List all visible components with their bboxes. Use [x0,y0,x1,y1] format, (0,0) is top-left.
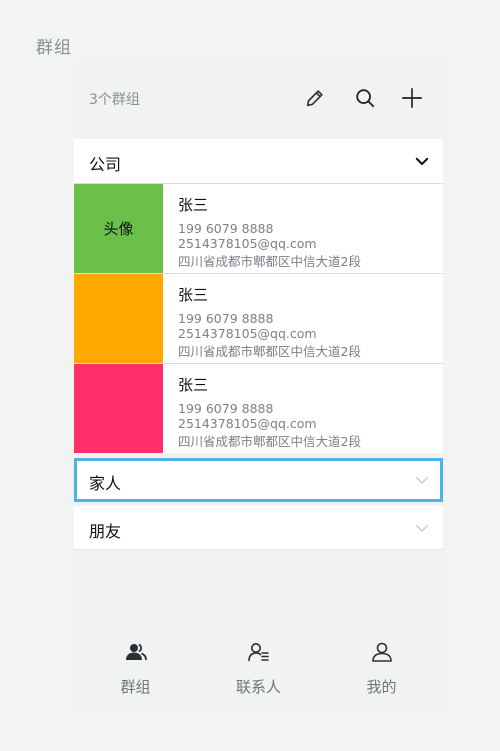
group-title: 朋友 [89,522,122,541]
contacts-icon [247,643,269,662]
avatar [74,364,163,453]
contact-card[interactable]: 头像 张三 199 6079 8888 2514378105@qq.com 四川… [74,183,443,273]
app-screen: 3个群组 公司 头像 张三 199 6079 8888 2514378105@q… [74,57,443,712]
edit-button[interactable] [301,84,329,112]
group-title: 家人 [89,474,122,493]
group-header-family[interactable]: 家人 [74,458,443,502]
tab-contacts[interactable]: 联系人 [197,632,320,712]
contact-name: 张三 [178,286,209,304]
contact-card[interactable]: 张三 199 6079 8888 2514378105@qq.com 四川省成都… [74,363,443,453]
chevron-down-icon [416,525,428,532]
tab-groups[interactable]: 群组 [74,632,197,712]
add-button[interactable] [398,84,426,112]
group-header-company[interactable]: 公司 [74,139,443,183]
contact-email: 2514378105@qq.com [178,326,317,341]
group-title: 公司 [89,155,122,174]
plus-icon [402,88,422,108]
avatar [74,274,163,363]
group-header-friends[interactable]: 朋友 [74,506,443,550]
contact-phone: 199 6079 8888 [178,401,274,416]
group-count-title: 3个群组 [89,92,140,108]
contact-address: 四川省成都市郫都区中信大道2段 [178,434,361,449]
tab-label: 我的 [366,678,397,696]
contact-card[interactable]: 张三 199 6079 8888 2514378105@qq.com 四川省成都… [74,273,443,363]
contact-email: 2514378105@qq.com [178,236,317,251]
chevron-down-icon [416,477,428,484]
contact-email: 2514378105@qq.com [178,416,317,431]
page-label: 群组 [36,38,72,58]
contact-phone: 199 6079 8888 [178,221,274,236]
group-icon [125,643,147,661]
header: 3个群组 [74,57,443,139]
contact-address: 四川省成都市郫都区中信大道2段 [178,254,361,269]
contact-address: 四川省成都市郫都区中信大道2段 [178,344,361,359]
bottom-tab-bar: 群组 联系人 我的 [74,632,443,712]
contact-name: 张三 [178,196,209,214]
avatar: 头像 [74,184,163,273]
contact-phone: 199 6079 8888 [178,311,274,326]
pencil-icon [306,90,323,107]
tab-label: 群组 [120,678,151,696]
search-button[interactable] [351,84,379,112]
search-icon [356,89,375,108]
tab-profile[interactable]: 我的 [320,632,443,712]
contact-name: 张三 [178,376,209,394]
chevron-down-icon [415,157,429,165]
profile-icon [371,642,392,662]
tab-label: 联系人 [235,678,281,696]
